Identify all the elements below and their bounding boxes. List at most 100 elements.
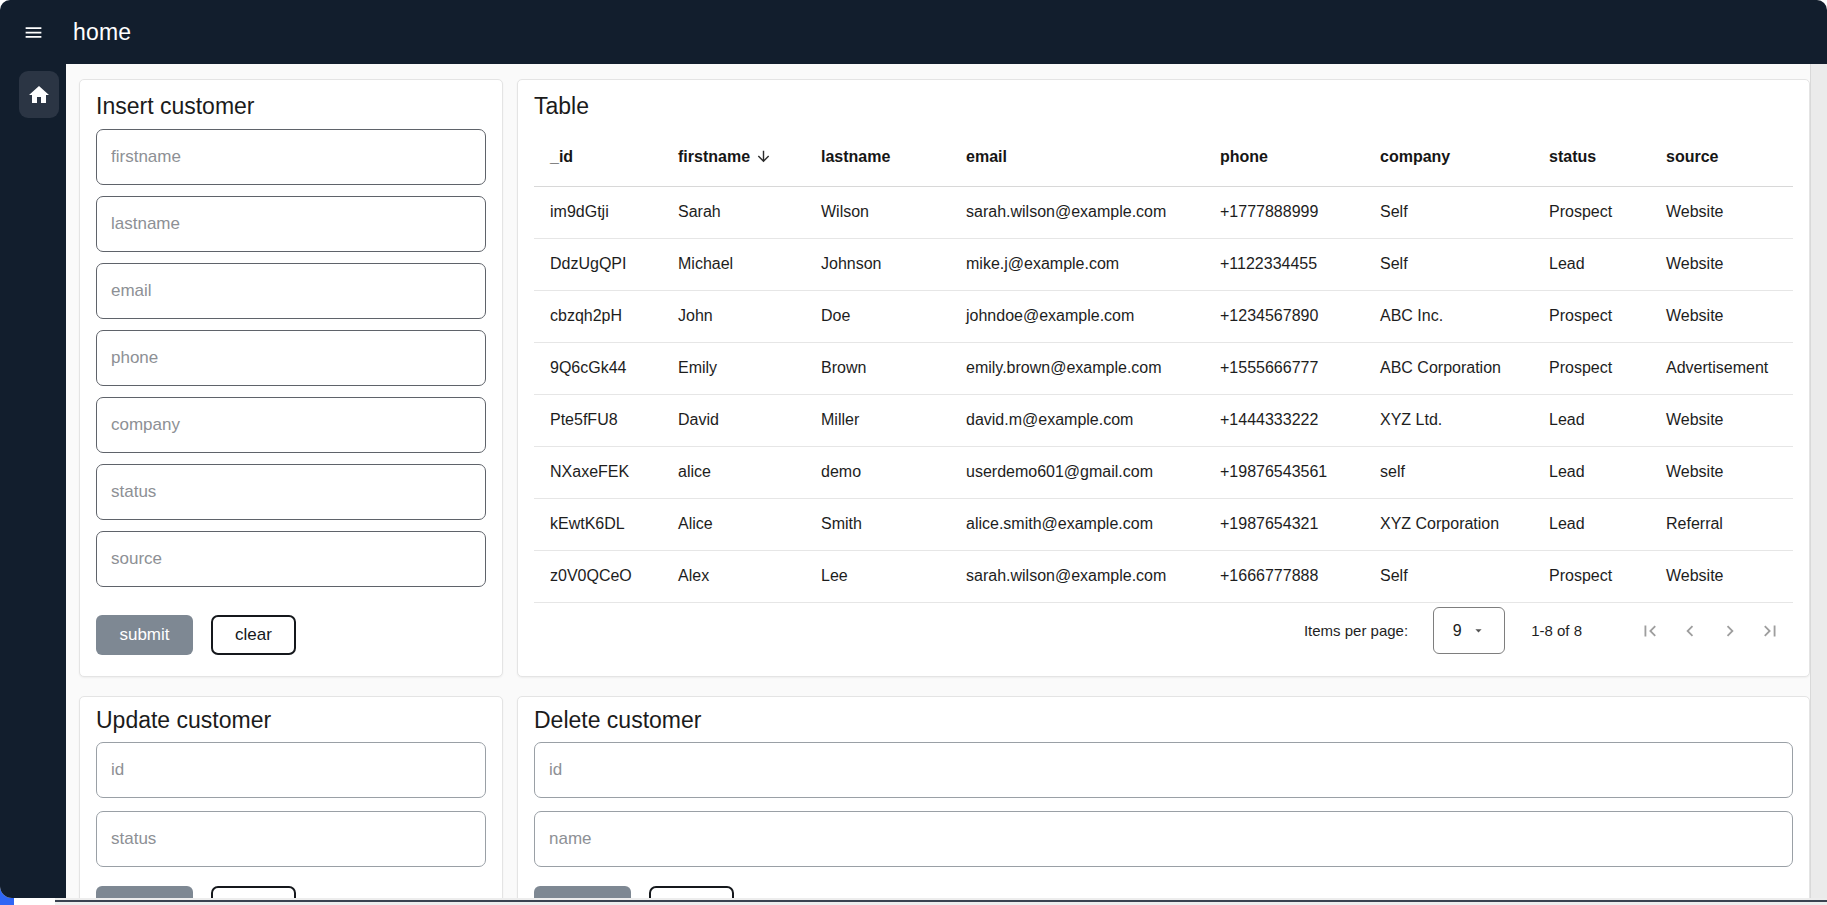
table-cell: +1987654321: [1204, 498, 1364, 550]
table-row: z0V0QCeOAlexLeesarah.wilson@example.com+…: [534, 550, 1793, 602]
table-cell: z0V0QCeO: [534, 550, 662, 602]
table-cell: Brown: [805, 342, 950, 394]
table-cell: kEwtK6DL: [534, 498, 662, 550]
table-cell: Wilson: [805, 186, 950, 238]
insert-source-input[interactable]: [96, 531, 486, 587]
update-clear-button[interactable]: clear: [211, 886, 296, 898]
update-submit-button[interactable]: submit: [96, 886, 193, 898]
main-content: Insert customer submit clear Table: [66, 64, 1810, 898]
table-cell: DdzUgQPI: [534, 238, 662, 290]
table-cell: Prospect: [1533, 290, 1650, 342]
insert-customer-card: Insert customer submit clear: [79, 79, 503, 677]
insert-status-input[interactable]: [96, 464, 486, 520]
menu-icon[interactable]: [23, 22, 44, 43]
update-status-input[interactable]: [96, 811, 486, 867]
table-cell: Prospect: [1533, 342, 1650, 394]
table-row: cbzqh2pHJohnDoejohndoe@example.com+12345…: [534, 290, 1793, 342]
sidebar: [0, 64, 66, 898]
home-icon: [27, 83, 51, 107]
update-id-input[interactable]: [96, 742, 486, 798]
table-card-title: Table: [534, 93, 1793, 120]
delete-name-input[interactable]: [534, 811, 1793, 867]
delete-clear-button[interactable]: clear: [649, 886, 734, 898]
sidebar-item-home[interactable]: [19, 71, 59, 118]
table-cell: Alex: [662, 550, 805, 602]
table-cell: Website: [1650, 550, 1793, 602]
table-cell: im9dGtji: [534, 186, 662, 238]
column-header-lastname[interactable]: lastname: [805, 129, 950, 186]
delete-card-title: Delete customer: [534, 707, 1793, 734]
delete-id-input[interactable]: [534, 742, 1793, 798]
table-cell: Website: [1650, 186, 1793, 238]
next-page-button[interactable]: [1710, 611, 1750, 651]
table-cell: Doe: [805, 290, 950, 342]
insert-lastname-input[interactable]: [96, 196, 486, 252]
table-pagination: Items per page: 9 1-8 of 8: [534, 603, 1793, 659]
column-header-phone[interactable]: phone: [1204, 129, 1364, 186]
delete-customer-card: Delete customer submit clear: [517, 696, 1810, 898]
insert-clear-button[interactable]: clear: [211, 615, 296, 655]
insert-email-input[interactable]: [96, 263, 486, 319]
customers-table: _id firstname lastname email phone compa…: [534, 129, 1793, 603]
insert-firstname-input[interactable]: [96, 129, 486, 185]
table-cell: +1122334455: [1204, 238, 1364, 290]
table-cell: +1777888999: [1204, 186, 1364, 238]
table-cell: David: [662, 394, 805, 446]
table-cell: Johnson: [805, 238, 950, 290]
column-header-company[interactable]: company: [1364, 129, 1533, 186]
table-cell: +1444333222: [1204, 394, 1364, 446]
table-cell: John: [662, 290, 805, 342]
table-cell: XYZ Ltd.: [1364, 394, 1533, 446]
first-page-button[interactable]: [1630, 611, 1670, 651]
window-bottom-edge: [55, 897, 1827, 905]
table-row: im9dGtjiSarahWilsonsarah.wilson@example.…: [534, 186, 1793, 238]
page-title: home: [73, 19, 131, 46]
table-cell: Pte5fFU8: [534, 394, 662, 446]
delete-submit-button[interactable]: submit: [534, 886, 631, 898]
table-cell: Prospect: [1533, 186, 1650, 238]
items-per-page-label: Items per page:: [1304, 622, 1408, 639]
insert-company-input[interactable]: [96, 397, 486, 453]
table-cell: ABC Inc.: [1364, 290, 1533, 342]
table-cell: Prospect: [1533, 550, 1650, 602]
table-cell: Sarah: [662, 186, 805, 238]
table-cell: Referral: [1650, 498, 1793, 550]
table-cell: self: [1364, 446, 1533, 498]
insert-submit-button[interactable]: submit: [96, 615, 193, 655]
table-cell: Miller: [805, 394, 950, 446]
table-cell: Website: [1650, 238, 1793, 290]
vertical-scrollbar[interactable]: [1810, 64, 1827, 898]
column-header-status[interactable]: status: [1533, 129, 1650, 186]
app-window: home Insert customer submit: [0, 0, 1827, 898]
table-card: Table _id firstname lastname email phone: [517, 79, 1810, 677]
column-header-email[interactable]: email: [950, 129, 1204, 186]
table-cell: userdemo601@gmail.com: [950, 446, 1204, 498]
table-cell: +19876543561: [1204, 446, 1364, 498]
table-cell: 9Q6cGk44: [534, 342, 662, 394]
dropdown-caret-icon: [1471, 623, 1486, 638]
table-cell: Emily: [662, 342, 805, 394]
table-cell: johndoe@example.com: [950, 290, 1204, 342]
table-cell: sarah.wilson@example.com: [950, 186, 1204, 238]
column-header-source[interactable]: source: [1650, 129, 1793, 186]
table-cell: +1555666777: [1204, 342, 1364, 394]
column-header-id[interactable]: _id: [534, 129, 662, 186]
table-cell: david.m@example.com: [950, 394, 1204, 446]
table-row: 9Q6cGk44EmilyBrownemily.brown@example.co…: [534, 342, 1793, 394]
table-cell: +1666777888: [1204, 550, 1364, 602]
sort-desc-icon: [755, 148, 772, 165]
previous-page-button[interactable]: [1670, 611, 1710, 651]
page-size-select[interactable]: 9: [1433, 607, 1505, 654]
column-header-firstname[interactable]: firstname: [662, 129, 805, 186]
table-cell: alice.smith@example.com: [950, 498, 1204, 550]
update-customer-card: Update customer submit clear: [79, 696, 503, 898]
table-cell: Smith: [805, 498, 950, 550]
table-cell: NXaxeFEK: [534, 446, 662, 498]
insert-phone-input[interactable]: [96, 330, 486, 386]
table-cell: Lead: [1533, 498, 1650, 550]
table-cell: sarah.wilson@example.com: [950, 550, 1204, 602]
table-cell: XYZ Corporation: [1364, 498, 1533, 550]
last-page-button[interactable]: [1750, 611, 1790, 651]
app-bar: home: [0, 0, 1827, 64]
table-header-row: _id firstname lastname email phone compa…: [534, 129, 1793, 186]
